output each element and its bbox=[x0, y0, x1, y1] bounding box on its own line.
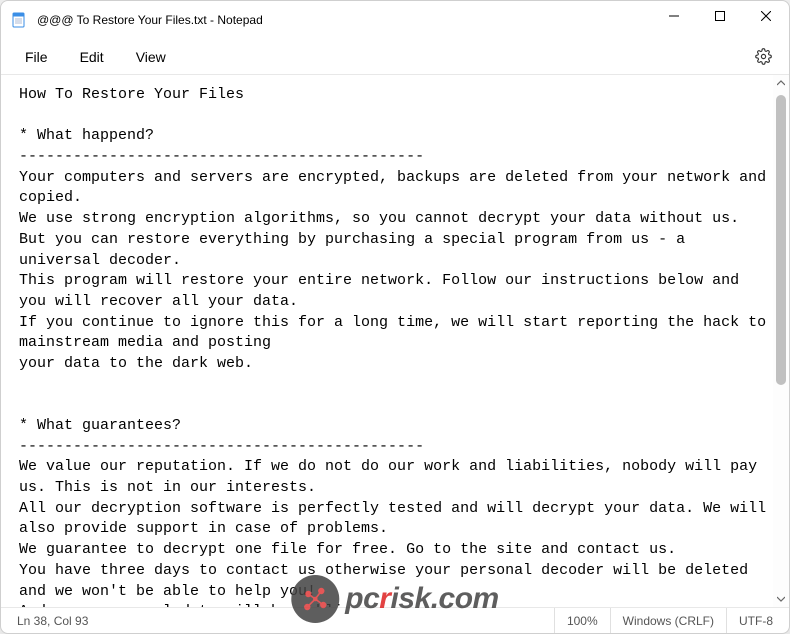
scroll-up-button[interactable] bbox=[773, 75, 789, 91]
notepad-window: @@@ To Restore Your Files.txt - Notepad … bbox=[0, 0, 790, 634]
menu-view[interactable]: View bbox=[120, 43, 182, 71]
maximize-icon bbox=[715, 11, 725, 21]
minimize-icon bbox=[669, 11, 679, 21]
close-icon bbox=[761, 11, 771, 21]
menubar: File Edit View bbox=[1, 39, 789, 75]
settings-button[interactable] bbox=[745, 39, 781, 75]
menu-edit[interactable]: Edit bbox=[64, 43, 120, 71]
window-controls bbox=[651, 1, 789, 39]
gear-icon bbox=[755, 48, 772, 65]
scroll-thumb[interactable] bbox=[776, 95, 786, 385]
app-icon bbox=[11, 12, 27, 28]
menu-file[interactable]: File bbox=[9, 43, 64, 71]
text-editor[interactable]: How To Restore Your Files * What happend… bbox=[1, 75, 773, 607]
vertical-scrollbar[interactable] bbox=[773, 75, 789, 607]
status-encoding: UTF-8 bbox=[726, 608, 785, 633]
close-button[interactable] bbox=[743, 1, 789, 31]
titlebar: @@@ To Restore Your Files.txt - Notepad bbox=[1, 1, 789, 39]
statusbar: Ln 38, Col 93 100% Windows (CRLF) UTF-8 bbox=[1, 607, 789, 633]
chevron-down-icon bbox=[777, 595, 785, 603]
status-zoom[interactable]: 100% bbox=[554, 608, 610, 633]
editor-area: How To Restore Your Files * What happend… bbox=[1, 75, 789, 607]
minimize-button[interactable] bbox=[651, 1, 697, 31]
maximize-button[interactable] bbox=[697, 1, 743, 31]
chevron-up-icon bbox=[777, 79, 785, 87]
window-title: @@@ To Restore Your Files.txt - Notepad bbox=[37, 13, 263, 27]
status-cursor-position: Ln 38, Col 93 bbox=[5, 608, 100, 633]
status-line-ending: Windows (CRLF) bbox=[610, 608, 726, 633]
scroll-down-button[interactable] bbox=[773, 591, 789, 607]
